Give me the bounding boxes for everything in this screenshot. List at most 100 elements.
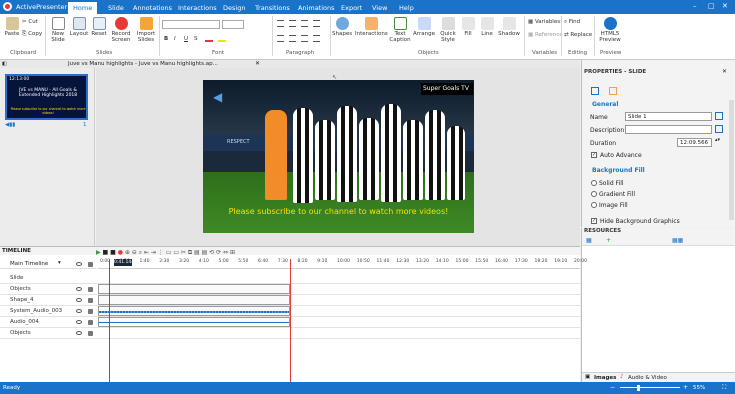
- description-edit-icon[interactable]: [715, 125, 723, 133]
- time-ruler[interactable]: 0:000:501:402:303:204:105:005:506:407:30…: [98, 258, 587, 269]
- main-timeline-row[interactable]: Main Timeline ▾: [0, 259, 96, 269]
- fit-icon[interactable]: ⛶: [722, 384, 726, 392]
- slide-thumbnail[interactable]: 12:13:00 JVE vs MANU - All Goals & Exten…: [5, 74, 88, 120]
- shadow-icon: [502, 17, 516, 30]
- layout-button[interactable]: Layout: [69, 17, 89, 37]
- underline-button[interactable]: U: [184, 36, 188, 42]
- tab-view[interactable]: View: [367, 2, 392, 14]
- timeline-end-marker[interactable]: [290, 259, 291, 383]
- tab-annotations[interactable]: Annotations: [128, 2, 177, 14]
- align-buttons[interactable]: [277, 35, 327, 44]
- shadow-button[interactable]: Shadow: [498, 17, 520, 37]
- media-properties-icon[interactable]: [609, 87, 617, 95]
- text-caption-button[interactable]: Text Caption: [389, 17, 411, 43]
- quick-style-button[interactable]: Quick Style: [437, 17, 459, 43]
- player: [447, 126, 465, 200]
- tab-audio-video[interactable]: Audio & Video: [628, 375, 667, 381]
- duration-stepper[interactable]: ▴▾: [715, 137, 720, 143]
- font-color-icon[interactable]: [205, 35, 213, 42]
- visibility-eye-icon[interactable]: [76, 320, 82, 324]
- audio-004-clip[interactable]: [98, 317, 290, 327]
- duration-input[interactable]: 12:09.566: [677, 138, 712, 147]
- strike-button[interactable]: S: [194, 36, 198, 42]
- cut-button[interactable]: ✂ Cut: [22, 19, 38, 25]
- tab-transitions[interactable]: Transitions: [250, 2, 295, 14]
- visibility-eye-icon[interactable]: [76, 309, 82, 313]
- paste-button[interactable]: Paste: [3, 17, 21, 37]
- document-tab[interactable]: Juve vs Manu highlights - Juve vs Manu h…: [68, 61, 218, 67]
- name-edit-icon[interactable]: [715, 112, 723, 120]
- new-slide-button[interactable]: New Slide: [48, 17, 68, 43]
- highlight-icon[interactable]: [218, 35, 226, 42]
- replace-button[interactable]: ⇄ Replace: [564, 32, 592, 38]
- thumb-title: JVE vs MANU - All Goals & Extended Highl…: [18, 88, 78, 98]
- description-input[interactable]: [625, 125, 712, 134]
- shapes-button[interactable]: Shapes: [332, 17, 352, 37]
- visibility-eye-icon[interactable]: [76, 287, 82, 291]
- tab-home[interactable]: Home: [68, 2, 98, 14]
- tab-animations[interactable]: Animations: [293, 2, 340, 14]
- lock-icon[interactable]: [88, 320, 93, 325]
- tab-interactions[interactable]: Interactions: [173, 2, 222, 14]
- resources-toolbar[interactable]: ▦ + ▦▦: [582, 236, 735, 246]
- variables-button[interactable]: ▦ Variables: [528, 19, 560, 25]
- close-doc-tab-icon[interactable]: ✕: [255, 60, 260, 67]
- slide-canvas[interactable]: RESPECT ◀ Super Goals TV Please subscrib…: [203, 80, 474, 233]
- record-screen-button[interactable]: Record Screen: [110, 17, 132, 43]
- tab-design[interactable]: Design: [218, 2, 250, 14]
- lock-icon[interactable]: [88, 262, 93, 267]
- zoom-slider[interactable]: [620, 387, 680, 388]
- zoom-out-icon[interactable]: −: [610, 384, 615, 391]
- visibility-eye-icon[interactable]: [76, 262, 82, 266]
- shape-4-clip[interactable]: [98, 295, 290, 305]
- maximize-icon[interactable]: □: [708, 2, 715, 10]
- arrange-button[interactable]: Arrange: [413, 17, 435, 37]
- tab-export[interactable]: Export: [336, 2, 367, 14]
- subscribe-caption[interactable]: Please subscribe to our channel to watch…: [203, 207, 474, 216]
- properties-scrollbar[interactable]: [729, 100, 734, 220]
- tab-help[interactable]: Help: [394, 2, 419, 14]
- font-family-select[interactable]: [162, 20, 220, 29]
- image-fill-radio[interactable]: [591, 202, 597, 208]
- gradient-fill-radio[interactable]: [591, 191, 597, 197]
- html5-preview-button[interactable]: HTML5 Preview: [597, 17, 623, 43]
- hide-bg-graphics-checkbox[interactable]: ✓: [591, 218, 597, 224]
- tab-slide[interactable]: Slide: [103, 2, 129, 14]
- zoom-in-icon[interactable]: +: [683, 384, 688, 391]
- close-properties-icon[interactable]: ✕: [722, 68, 727, 75]
- name-input[interactable]: Slide 1: [625, 112, 712, 121]
- find-button[interactable]: ⌕ Find: [564, 19, 580, 26]
- play-icon: [603, 17, 617, 30]
- italic-button[interactable]: I: [174, 36, 176, 42]
- reference-button[interactable]: ▦ Reference: [528, 32, 563, 38]
- lock-icon[interactable]: [88, 298, 93, 303]
- reset-button[interactable]: Reset: [90, 17, 108, 37]
- playhead-line[interactable]: [109, 259, 110, 383]
- background-fill-section[interactable]: Background Fill: [592, 167, 645, 174]
- bold-button[interactable]: B: [164, 36, 168, 42]
- general-section[interactable]: General: [592, 101, 618, 108]
- slide-properties-icon[interactable]: [591, 87, 599, 95]
- playhead-time[interactable]: 0:41.144: [114, 259, 134, 266]
- list-buttons[interactable]: [277, 20, 327, 29]
- minimize-icon[interactable]: –: [693, 2, 697, 10]
- copy-button[interactable]: ⎘ Copy: [22, 31, 42, 38]
- visibility-eye-icon[interactable]: [76, 298, 82, 302]
- objects-clip[interactable]: [98, 284, 290, 294]
- interactions-button[interactable]: Interactions: [355, 17, 388, 37]
- lock-icon[interactable]: [88, 331, 93, 336]
- close-icon[interactable]: ✕: [722, 2, 728, 10]
- lock-icon[interactable]: [88, 287, 93, 292]
- line-button[interactable]: Line: [479, 17, 495, 37]
- auto-advance-checkbox[interactable]: ✓: [591, 152, 597, 158]
- tab-images[interactable]: Images: [594, 375, 616, 381]
- system-audio-003-clip[interactable]: [98, 306, 290, 316]
- visibility-eye-icon[interactable]: [76, 331, 82, 335]
- lock-icon[interactable]: [88, 309, 93, 314]
- fill-button[interactable]: Fill: [461, 17, 475, 37]
- ruler-tick: 10:00: [337, 259, 350, 264]
- solid-fill-radio[interactable]: [591, 180, 597, 186]
- zoom-slider-thumb[interactable]: [637, 385, 640, 391]
- font-size-select[interactable]: [222, 20, 244, 29]
- import-slides-button[interactable]: Import Slides: [135, 17, 157, 43]
